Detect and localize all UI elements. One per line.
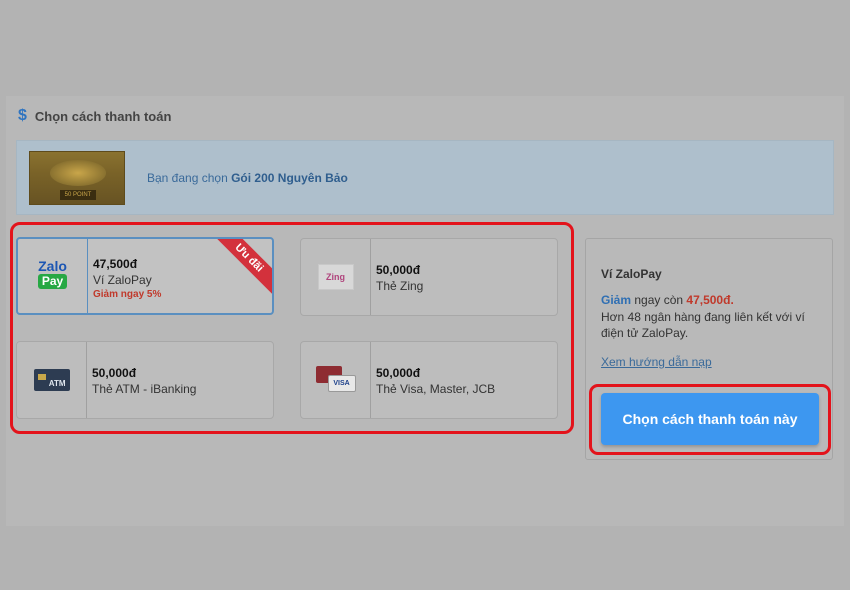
dollar-icon: $: [18, 107, 27, 124]
method-name: Thẻ Zing: [376, 279, 424, 293]
visa-card-shape: VISA: [327, 375, 356, 392]
zalopay-logo: Zalo Pay: [36, 259, 70, 293]
section-header: $ Chọn cách thanh toán: [18, 106, 171, 126]
banner-prefix: Bạn đang chọn: [147, 170, 228, 185]
package-thumb-tag: 50 POINT: [60, 189, 96, 200]
detail-discount-price: 47,500đ.: [686, 293, 734, 307]
method-card-atm[interactable]: ATM 50,000đ Thẻ ATM - iBanking: [16, 341, 274, 419]
method-promo: Giảm ngay 5%: [93, 289, 162, 300]
method-amount: 50,000đ: [376, 263, 421, 277]
zalopay-logo-zalo: Zalo: [38, 258, 67, 274]
atm-chip: [37, 374, 46, 380]
detail-title: Ví ZaloPay: [601, 267, 662, 281]
method-logo-cell: ATM: [17, 342, 87, 418]
method-info: 50,000đ Thẻ Zing: [371, 239, 423, 315]
method-info: 50,000đ Thẻ Visa, Master, JCB: [371, 342, 495, 418]
method-card-visa[interactable]: VISA 50,000đ Thẻ Visa, Master, JCB: [300, 341, 558, 419]
atm-logo-text: ATM: [48, 379, 66, 388]
banner-text: Bạn đang chọn Gói 200 Nguyên Bảo: [147, 171, 348, 185]
method-logo-cell: Zing: [301, 239, 371, 315]
confirm-payment-button[interactable]: Chọn cách thanh toán này: [601, 393, 819, 445]
zing-logo: Zing: [317, 264, 354, 290]
detail-discount-label: Giảm: [601, 293, 632, 307]
zalopay-logo-pay: Pay: [37, 274, 68, 289]
method-card-zalopay[interactable]: Zalo Pay 47,500đ Ví ZaloPay Giảm ngay 5%…: [16, 237, 274, 315]
method-card-zing[interactable]: Zing 50,000đ Thẻ Zing: [300, 238, 558, 316]
method-amount: 47,500đ: [93, 257, 138, 271]
method-logo-cell: Zalo Pay: [18, 239, 88, 313]
method-name: Thẻ ATM - iBanking: [92, 382, 197, 396]
guide-link[interactable]: Xem hướng dẫn nạp: [601, 355, 712, 369]
detail-description: Hơn 48 ngân hàng đang liên kết với ví đi…: [601, 310, 805, 340]
method-logo-cell: VISA: [301, 342, 371, 418]
method-info: 50,000đ Thẻ ATM - iBanking: [87, 342, 196, 418]
promo-ribbon: Ưu đãi: [210, 239, 272, 297]
section-title: Chọn cách thanh toán: [34, 108, 172, 124]
method-name: Thẻ Visa, Master, JCB: [376, 382, 496, 396]
atm-card-icon: ATM: [33, 369, 70, 391]
method-info: 47,500đ Ví ZaloPay Giảm ngay 5%: [88, 239, 161, 313]
method-amount: 50,000đ: [92, 366, 137, 380]
detail-discount-mid: ngay còn: [634, 293, 684, 307]
package-thumbnail: 50 POINT: [29, 150, 125, 205]
detail-discount-line: Giảm ngay còn 47,500đ.: [601, 293, 734, 307]
method-name: Ví ZaloPay: [93, 273, 152, 287]
banner-package-name: Gói 200 Nguyên Bảo: [231, 170, 348, 185]
selected-package-banner: 50 POINT Bạn đang chọn Gói 200 Nguyên Bả…: [16, 140, 834, 215]
gold-ingot-image: [50, 159, 106, 186]
method-amount: 50,000đ: [376, 366, 421, 380]
visa-master-card-icon: VISA: [315, 366, 356, 394]
